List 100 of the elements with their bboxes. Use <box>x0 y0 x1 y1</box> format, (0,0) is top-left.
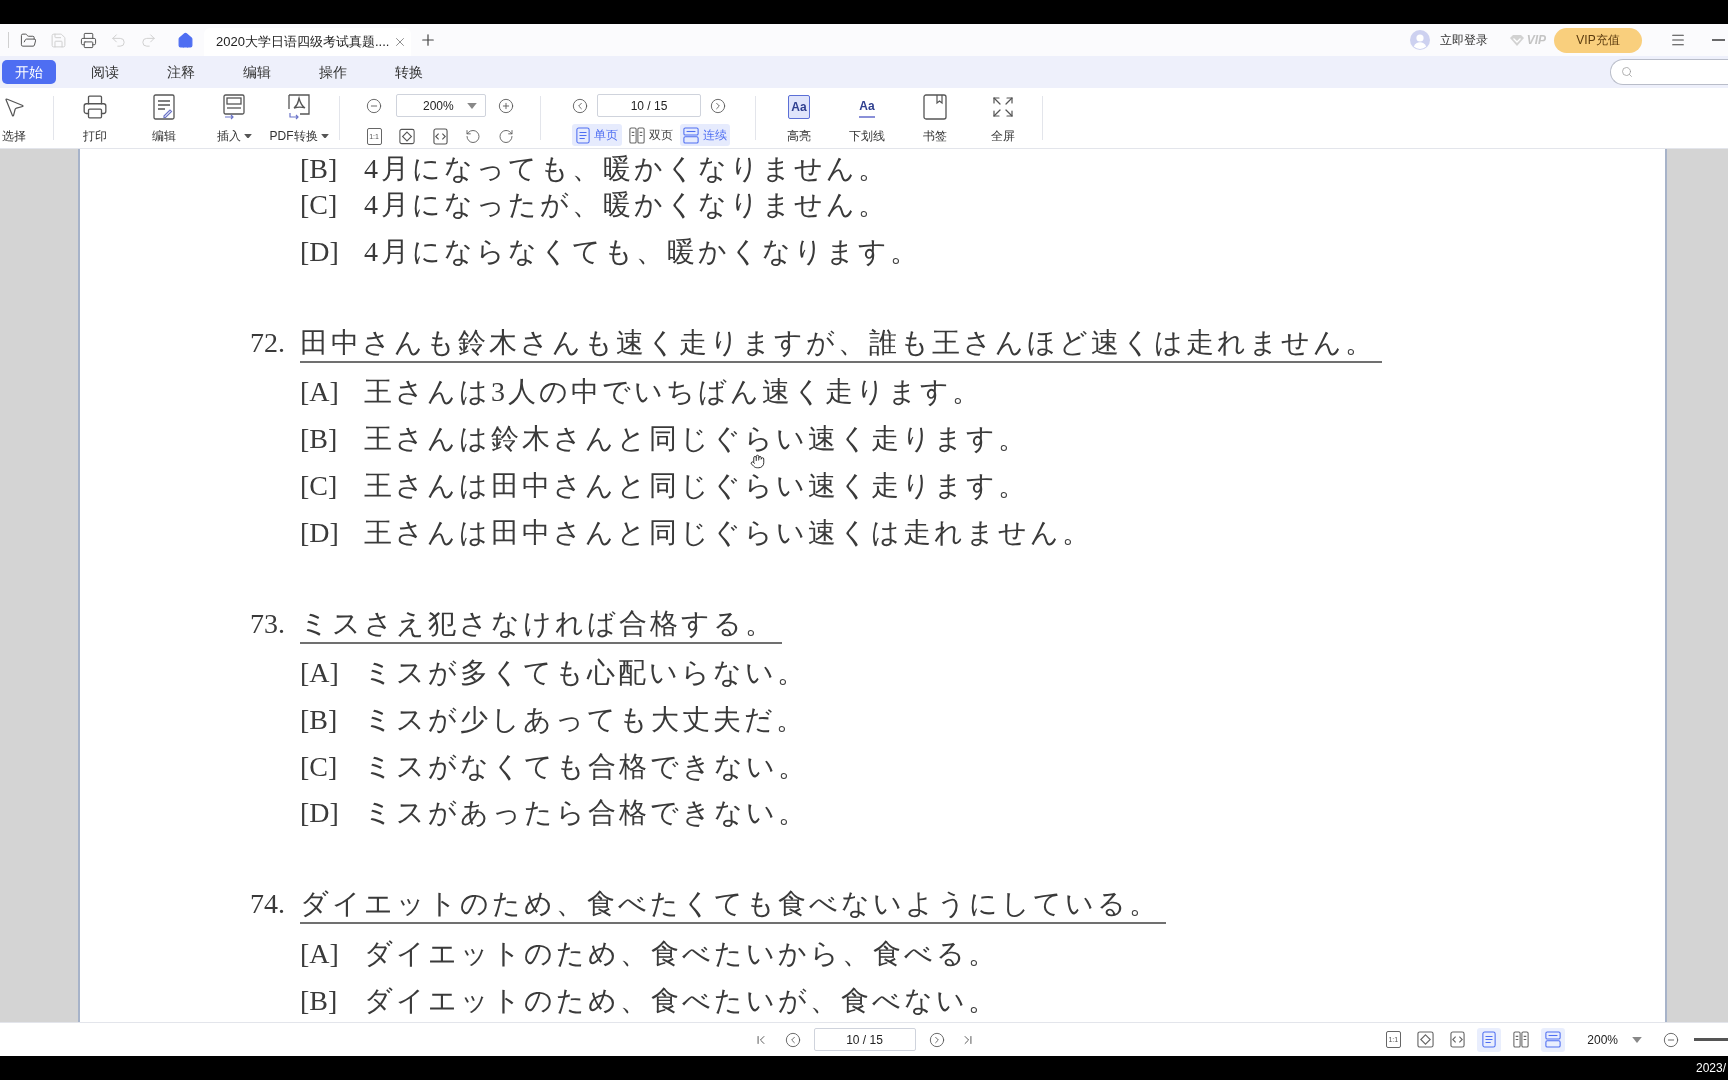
document-tab[interactable]: 2020大学日语四级考试真题.... <box>204 28 411 56</box>
fit-width-icon <box>1449 1031 1465 1048</box>
bookmark-icon <box>923 94 947 120</box>
plus-circle-icon <box>498 97 514 114</box>
previous-page-button[interactable] <box>572 97 588 114</box>
bookmark-button[interactable]: 书签 <box>910 88 960 144</box>
new-tab-button[interactable] <box>419 31 437 49</box>
option-text: 王さんは鈴木さんと同じぐらい速く走ります。 <box>364 425 1029 452</box>
option-letter: [D] <box>300 238 340 265</box>
option-text: ダイエットのため、食べたいが、食べない。 <box>364 987 999 1014</box>
minus-circle-icon <box>1663 1031 1679 1048</box>
chevron-left-circle-icon <box>784 1031 801 1048</box>
stacked-pages-icon <box>683 126 699 144</box>
search-icon <box>1621 66 1633 78</box>
option-letter: [C] <box>300 472 339 499</box>
dropdown-caret-icon <box>1632 1036 1642 1043</box>
highlight-button[interactable]: Aa 高亮 <box>774 88 824 144</box>
option-text: ミスがあったら合格できない。 <box>364 800 809 827</box>
question-number: 72. <box>250 327 286 360</box>
two-page-icon <box>1513 1031 1530 1048</box>
single-page-button[interactable] <box>1477 1027 1502 1052</box>
zoom-in-button[interactable] <box>498 97 514 114</box>
option-letter: [B] <box>300 706 339 733</box>
next-page-button[interactable] <box>928 1031 945 1048</box>
printer-icon <box>82 94 108 120</box>
expand-icon <box>991 95 1015 119</box>
avatar-icon <box>1409 30 1430 50</box>
menu-tab[interactable]: 操作 <box>306 60 360 84</box>
option-text: ミスがなくても合格できない。 <box>364 753 809 780</box>
zoom-slider-track[interactable] <box>1694 1038 1728 1041</box>
fit-page-icon <box>1416 1031 1434 1048</box>
continuous-button[interactable]: 连续 <box>680 124 730 146</box>
question-text: ミスさえ犯さなければ合格する。 <box>300 608 782 644</box>
fit-page-button[interactable] <box>399 128 415 145</box>
option-text: 王さんは田中さんと同じぐらい速く走ります。 <box>364 472 1029 499</box>
search-field[interactable] <box>1610 59 1728 85</box>
rotate-left-icon <box>465 128 481 145</box>
rotate-right-icon <box>498 128 514 145</box>
fullscreen-button[interactable]: 全屏 <box>978 88 1028 144</box>
page-number-field[interactable]: 10 / 15 <box>813 1028 916 1051</box>
dropdown-caret-icon <box>467 102 477 109</box>
insert-button[interactable]: 插入 <box>207 88 261 144</box>
page-number-field[interactable]: 10 / 15 <box>597 94 701 117</box>
pdf-document-icon <box>288 94 310 120</box>
redo-icon <box>139 31 157 49</box>
menu-tab[interactable]: 转换 <box>382 60 436 84</box>
option-letter: [B] <box>300 987 339 1014</box>
single-page-button[interactable]: 单页 <box>572 124 622 146</box>
undo-icon <box>109 31 127 49</box>
option-letter: [A] <box>300 659 340 686</box>
option-text: 王さんは田中さんと同じぐらい速くは走れません。 <box>364 519 1093 546</box>
minimize-icon <box>1711 39 1725 41</box>
menu-tab[interactable]: 注释 <box>154 60 208 84</box>
next-page-button[interactable] <box>710 97 726 114</box>
plus-icon <box>419 31 437 49</box>
zoom-out-button[interactable] <box>366 97 382 114</box>
print-button[interactable]: 打印 <box>71 88 119 144</box>
zoom-out-button[interactable] <box>1663 1031 1679 1048</box>
single-page-icon <box>576 126 590 144</box>
option-text: 4月にならなくても、暖かくなります。 <box>364 238 921 265</box>
option-text: ミスが多くても心配いらない。 <box>364 659 808 686</box>
option-text: 王さんは3人の中でいちばん速く走ります。 <box>364 379 983 406</box>
printer-icon <box>79 31 97 49</box>
menu-tab[interactable]: 开始 <box>2 60 56 84</box>
save-icon <box>49 31 67 49</box>
question-number: 74. <box>250 889 286 922</box>
zoom-field[interactable]: 200% <box>396 94 486 117</box>
rotate-right-button[interactable] <box>498 128 514 145</box>
select-tool-button[interactable]: 选择 <box>0 88 28 144</box>
menu-tab[interactable]: 阅读 <box>78 60 132 84</box>
edit-button[interactable]: 编辑 <box>140 88 188 144</box>
option-letter: [D] <box>300 519 340 546</box>
document-pen-icon <box>153 94 175 120</box>
rotate-left-button[interactable] <box>465 128 481 145</box>
pdf-convert-button[interactable]: PDF转换 <box>265 88 333 144</box>
menu-tab[interactable]: 编辑 <box>230 60 284 84</box>
vip-diamond-icon <box>1508 33 1525 47</box>
menu-button[interactable] <box>1670 32 1686 48</box>
option-letter: [B] <box>300 425 339 452</box>
question-number: 73. <box>250 608 286 641</box>
fit-width-button[interactable] <box>432 128 448 145</box>
underline-button[interactable]: Aa 下划线 <box>842 88 892 144</box>
minus-circle-icon <box>366 97 382 114</box>
continuous-button[interactable] <box>1541 1027 1566 1052</box>
option-letter: [B] <box>300 155 339 182</box>
hand-cursor-icon <box>750 454 765 469</box>
option-letter: [D] <box>300 800 340 827</box>
login-button[interactable]: 立即登录 <box>1409 30 1488 50</box>
option-text: ミスが少しあっても大丈夫だ。 <box>364 706 807 733</box>
option-letter: [C] <box>300 753 339 780</box>
zoom-dropdown[interactable]: 200% <box>1587 1030 1642 1049</box>
question-text: 田中さんも鈴木さんも速く走りますが、誰も王さんほど速くは走れません。 <box>300 327 1382 363</box>
vip-recharge-button[interactable]: VIP充值 <box>1554 27 1642 53</box>
option-text: ダイエットのため、食べたいから、食べる。 <box>364 940 999 967</box>
two-page-button[interactable]: 双页 <box>626 124 676 146</box>
previous-page-button[interactable] <box>784 1031 801 1048</box>
option-letter: [A] <box>300 379 340 406</box>
stacked-pages-icon <box>1545 1031 1562 1048</box>
option-text: 4月になっても、暖かくなりません。 <box>364 155 889 182</box>
cursor-arrow-icon <box>2 95 26 119</box>
